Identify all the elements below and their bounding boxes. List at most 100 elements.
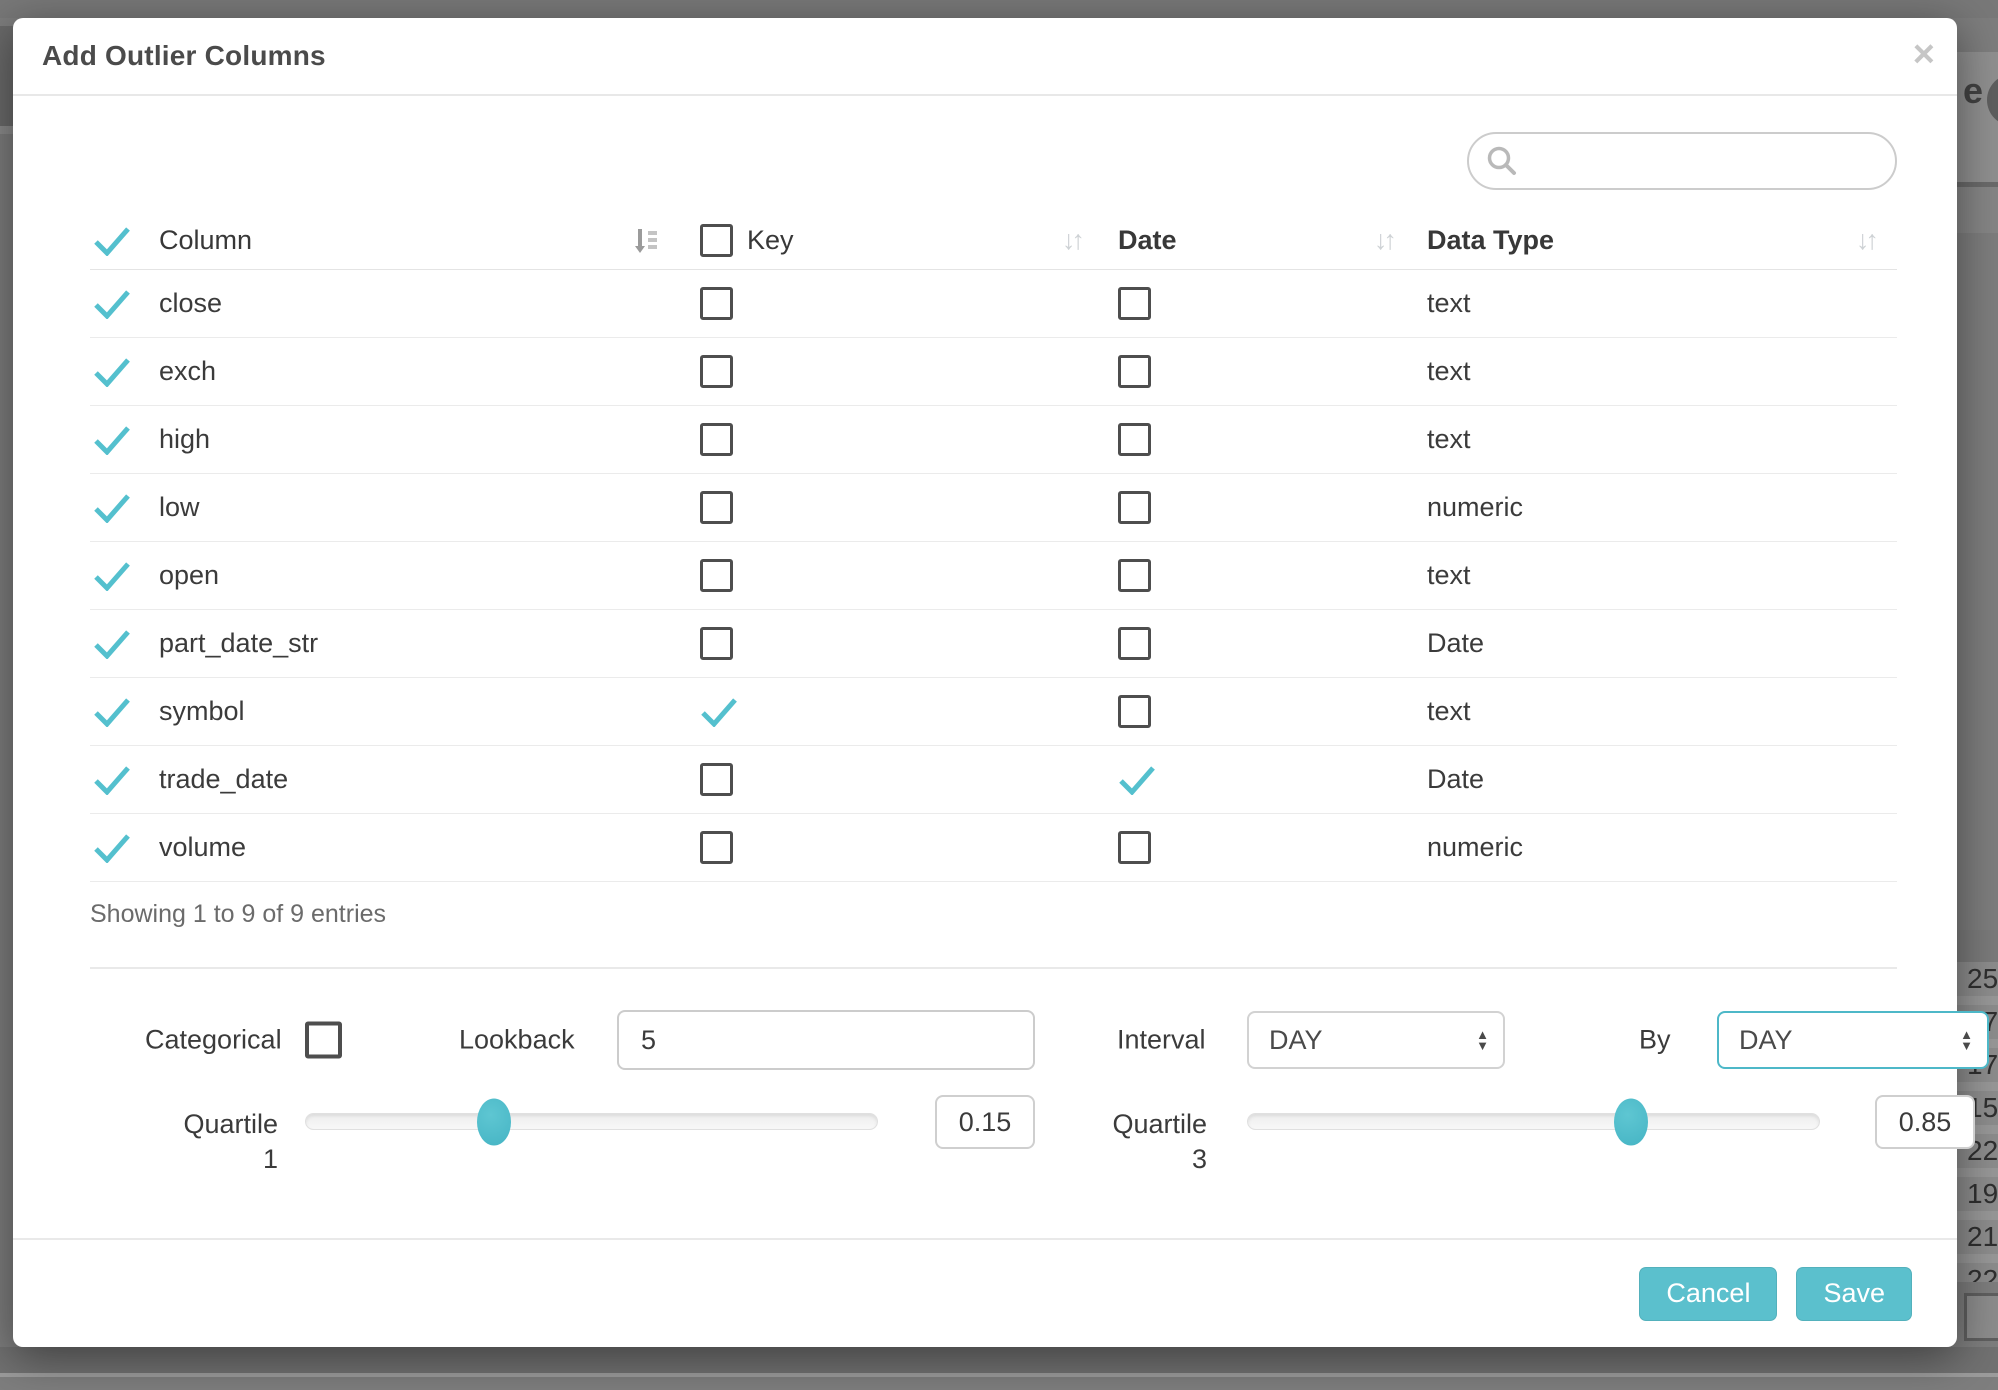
quartile3-slider-thumb[interactable] bbox=[1614, 1098, 1648, 1145]
selected-check-icon[interactable] bbox=[93, 561, 131, 591]
dimmed-page-right-header: e bbox=[1957, 52, 1998, 182]
save-button[interactable]: Save bbox=[1796, 1267, 1912, 1321]
row-checkbox[interactable] bbox=[1118, 355, 1151, 388]
row-checkbox[interactable] bbox=[1118, 695, 1151, 728]
header-data-type[interactable]: Data Type ↓↑ bbox=[1415, 212, 1897, 269]
controls-row-2: Quartile 1 0.15 Quartile 3 0.85 bbox=[90, 1095, 1897, 1187]
data-type-value: numeric bbox=[1427, 832, 1523, 863]
cancel-button[interactable]: Cancel bbox=[1639, 1267, 1777, 1321]
sort-amount-icon[interactable] bbox=[634, 225, 658, 257]
column-name: low bbox=[159, 492, 200, 523]
data-type-value: text bbox=[1427, 424, 1471, 455]
selected-check-icon[interactable] bbox=[93, 289, 131, 319]
modal-footer: Cancel Save bbox=[13, 1238, 1957, 1347]
column-name: trade_date bbox=[159, 764, 288, 795]
sort-arrows-icon[interactable]: ↓↑ bbox=[1856, 225, 1875, 256]
header-key[interactable]: Key ↓↑ bbox=[688, 212, 1103, 269]
dimmed-number-row: 251 bbox=[1957, 962, 1998, 996]
data-type-value: text bbox=[1427, 288, 1471, 319]
selected-check-icon[interactable] bbox=[93, 425, 131, 455]
dimmed-number-row: 221 bbox=[1957, 1263, 1998, 1282]
table-summary: Showing 1 to 9 of 9 entries bbox=[90, 900, 1897, 929]
column-name: close bbox=[159, 288, 222, 319]
search-box bbox=[1467, 132, 1897, 190]
close-icon[interactable]: × bbox=[1913, 35, 1935, 73]
by-select[interactable]: DAY ▲▼ bbox=[1717, 1011, 1989, 1069]
dimmed-page-left-line bbox=[0, 126, 14, 134]
modal-title: Add Outlier Columns bbox=[42, 40, 326, 72]
sort-arrows-icon[interactable]: ↓↑ bbox=[1062, 225, 1081, 256]
table-row: trade_date Date bbox=[90, 746, 1897, 814]
row-checkbox[interactable] bbox=[1118, 831, 1151, 864]
data-type-value: Date bbox=[1427, 628, 1484, 659]
column-name: exch bbox=[159, 356, 216, 387]
selected-check-icon[interactable] bbox=[93, 697, 131, 727]
interval-value: DAY bbox=[1269, 1025, 1476, 1056]
dimmed-page-top-bar bbox=[0, 0, 1998, 18]
row-checkbox[interactable] bbox=[700, 355, 733, 388]
partial-letter: e bbox=[1963, 70, 1983, 112]
selected-check-icon[interactable] bbox=[1118, 765, 1156, 795]
selected-check-icon[interactable] bbox=[93, 833, 131, 863]
modal-header: Add Outlier Columns × bbox=[13, 18, 1957, 96]
row-checkbox[interactable] bbox=[700, 287, 733, 320]
selected-check-icon[interactable] bbox=[93, 765, 131, 795]
select-all-check-icon[interactable] bbox=[93, 226, 131, 256]
data-type-value: numeric bbox=[1427, 492, 1523, 523]
column-name: symbol bbox=[159, 696, 245, 727]
dimmed-band bbox=[1957, 187, 1998, 233]
categorical-checkbox[interactable] bbox=[305, 1022, 342, 1059]
quartile1-label: Quartile 1 bbox=[145, 1107, 278, 1177]
dimmed-bottom-band bbox=[0, 1347, 1998, 1373]
quartile3-slider[interactable] bbox=[1247, 1113, 1820, 1130]
key-header-checkbox[interactable] bbox=[700, 224, 733, 257]
lookback-input[interactable] bbox=[617, 1010, 1035, 1070]
row-checkbox[interactable] bbox=[700, 627, 733, 660]
by-value: DAY bbox=[1739, 1025, 1960, 1056]
row-checkbox[interactable] bbox=[1118, 627, 1151, 660]
sort-arrows-icon[interactable]: ↓↑ bbox=[1374, 225, 1393, 256]
columns-table: Column Key ↓↑ bbox=[90, 212, 1897, 882]
quartile1-slider-thumb[interactable] bbox=[477, 1098, 511, 1145]
selected-check-icon[interactable] bbox=[700, 697, 738, 727]
row-checkbox[interactable] bbox=[1118, 423, 1151, 456]
header-column-label: Column bbox=[159, 225, 252, 256]
quartile3-value[interactable]: 0.85 bbox=[1875, 1095, 1975, 1149]
by-label: By bbox=[1639, 1025, 1671, 1056]
search-icon bbox=[1485, 144, 1519, 178]
quartile3-label: Quartile 3 bbox=[1105, 1107, 1207, 1177]
row-checkbox[interactable] bbox=[700, 559, 733, 592]
quartile1-value[interactable]: 0.15 bbox=[935, 1095, 1035, 1149]
data-type-value: Date bbox=[1427, 764, 1484, 795]
table-body: close text exch text high text low nu bbox=[90, 270, 1897, 882]
dimmed-number-row: 211 bbox=[1957, 1220, 1998, 1254]
header-column[interactable]: Column bbox=[90, 212, 688, 269]
header-date[interactable]: Date ↓↑ bbox=[1103, 212, 1415, 269]
interval-label: Interval bbox=[1117, 1025, 1206, 1056]
row-checkbox[interactable] bbox=[700, 763, 733, 796]
data-type-value: text bbox=[1427, 560, 1471, 591]
dimmed-circle bbox=[1987, 74, 1998, 126]
header-key-label: Key bbox=[747, 225, 794, 256]
dimmed-page-left-edge bbox=[0, 26, 14, 126]
dimmed-input-outline bbox=[1964, 1293, 1998, 1341]
row-checkbox[interactable] bbox=[700, 831, 733, 864]
selected-check-icon[interactable] bbox=[93, 493, 131, 523]
search-input[interactable] bbox=[1519, 134, 1895, 188]
column-name: volume bbox=[159, 832, 246, 863]
row-checkbox[interactable] bbox=[1118, 559, 1151, 592]
row-checkbox[interactable] bbox=[700, 423, 733, 456]
row-checkbox[interactable] bbox=[700, 491, 733, 524]
table-row: open text bbox=[90, 542, 1897, 610]
table-row: close text bbox=[90, 270, 1897, 338]
table-row: part_date_str Date bbox=[90, 610, 1897, 678]
selected-check-icon[interactable] bbox=[93, 629, 131, 659]
select-spinner-icon: ▲▼ bbox=[1960, 1029, 1973, 1051]
row-checkbox[interactable] bbox=[1118, 491, 1151, 524]
quartile1-slider[interactable] bbox=[305, 1113, 878, 1130]
selected-check-icon[interactable] bbox=[93, 357, 131, 387]
column-name: high bbox=[159, 424, 210, 455]
interval-select[interactable]: DAY ▲▼ bbox=[1247, 1011, 1505, 1069]
table-row: symbol text bbox=[90, 678, 1897, 746]
row-checkbox[interactable] bbox=[1118, 287, 1151, 320]
